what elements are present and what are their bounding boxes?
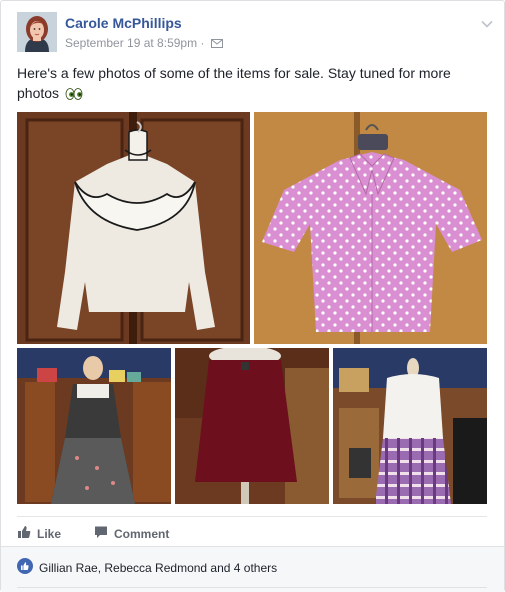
divider xyxy=(17,587,487,588)
photo-white-blouse[interactable] xyxy=(17,112,250,344)
post-actions: Like Comment xyxy=(17,516,487,547)
photo-grid xyxy=(17,112,487,504)
reactions-bar: Gillian Rae, Rebecca Redmond and 4 other… xyxy=(1,546,504,592)
avatar[interactable] xyxy=(17,12,57,52)
photo-floral-dress[interactable] xyxy=(17,348,171,504)
reactions-summary[interactable]: Gillian Rae, Rebecca Redmond and 4 other… xyxy=(39,561,277,575)
comment-icon xyxy=(94,525,108,542)
post-text: Here's a few photos of some of the items… xyxy=(17,63,487,106)
post-options-chevron-icon[interactable] xyxy=(480,17,494,31)
author-name[interactable]: Carole McPhillips xyxy=(65,15,182,31)
comment-button[interactable]: Comment xyxy=(94,525,169,542)
thumbs-up-icon xyxy=(17,525,31,542)
like-button[interactable]: Like xyxy=(17,525,61,542)
like-reaction-icon xyxy=(17,558,33,577)
like-label: Like xyxy=(37,526,62,541)
photo-pink-shirt[interactable] xyxy=(254,112,487,344)
meta-separator: · xyxy=(200,36,205,50)
envelope-icon[interactable] xyxy=(210,37,223,51)
eyes-emoji-icon xyxy=(65,86,83,106)
photo-burgundy-skirt[interactable] xyxy=(175,348,329,504)
photo-plaid-skirt[interactable] xyxy=(333,348,487,504)
post-meta: September 19 at 8:59pm · xyxy=(65,36,223,51)
post-header: Carole McPhillips September 19 at 8:59pm… xyxy=(17,12,493,54)
post-timestamp[interactable]: September 19 at 8:59pm xyxy=(65,36,197,50)
post-card: Carole McPhillips September 19 at 8:59pm… xyxy=(0,0,505,592)
comment-label: Comment xyxy=(114,526,170,541)
